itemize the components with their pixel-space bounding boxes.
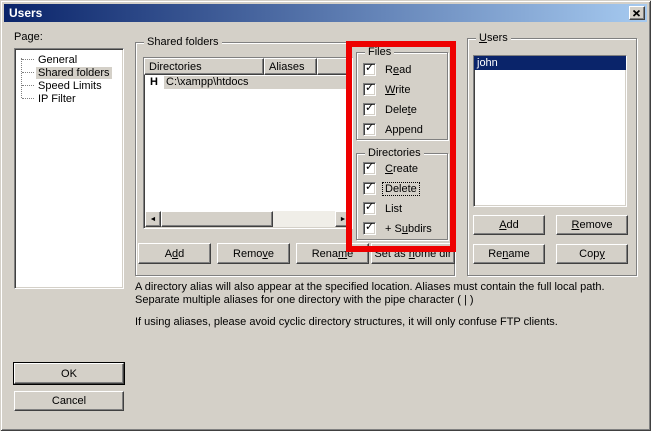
folder-remove-button[interactable]: Remove [217,243,290,264]
users-group-label: Users [476,32,511,44]
page-tree: General Shared folders Speed Limits IP F… [14,48,124,289]
checkbox-append[interactable]: ✓ Append [363,123,425,136]
check-icon: ✓ [365,160,374,173]
files-group-label: Files [365,46,394,58]
column-header-filler [317,58,352,75]
scroll-left-button[interactable]: ◄ [145,211,161,227]
directories-group-label: Directories [365,147,424,159]
folder-add-button[interactable]: Add [138,243,211,264]
directory-row[interactable]: H C:\xampp\htdocs [144,75,352,89]
checkbox[interactable]: ✓ [363,162,376,175]
users-dialog: Users Page: General Shared folders Speed… [0,0,651,431]
tree-connector [22,98,34,99]
scroll-right-button[interactable]: ► [335,211,351,227]
list-header: Directories Aliases [144,58,352,75]
column-header-directories[interactable]: Directories [144,58,264,75]
tree-connector [22,72,34,73]
title-bar[interactable]: Users [4,4,647,22]
home-flag: H [144,76,164,88]
checkbox[interactable]: ✓ [363,123,376,136]
checkbox[interactable]: ✓ [363,103,376,116]
shared-folders-group-label: Shared folders [144,36,222,48]
tree-connector [22,59,34,60]
scrollbar-thumb[interactable] [161,211,273,227]
horizontal-scrollbar[interactable]: ◄ ► [145,211,351,227]
checkbox-delete-file[interactable]: ✓ Delete [363,103,419,116]
tree-item-shared-folders[interactable]: Shared folders [22,66,123,79]
checkbox[interactable]: ✓ [363,83,376,96]
cancel-button[interactable]: Cancel [14,391,124,411]
check-icon: ✓ [365,200,374,213]
tree-branch-line [21,58,22,98]
user-item-john[interactable]: john [474,56,626,70]
check-icon: ✓ [365,220,374,233]
tree-item-general[interactable]: General [22,53,123,66]
user-rename-button[interactable]: Rename [473,244,545,264]
files-group: Files ✓ Read ✓ Write ✓ Delete ✓ Append [356,52,448,140]
user-copy-button[interactable]: Copy [556,244,628,264]
set-as-home-dir-button[interactable]: Set as home dir [371,243,455,264]
close-button[interactable] [629,6,645,20]
checkbox-subdirs[interactable]: ✓ + Subdirs [363,222,434,235]
tree-connector [22,85,34,86]
checkbox[interactable]: ✓ [363,202,376,215]
alias-help-paragraph-1: A directory alias will also appear at th… [135,281,640,307]
user-add-button[interactable]: Add [473,215,545,235]
tree-item-ip-filter[interactable]: IP Filter [22,92,123,105]
checkbox-delete-dir[interactable]: ✓ Delete [363,182,419,195]
alias-help-paragraph-2: If using aliases, please avoid cyclic di… [135,316,640,329]
check-icon: ✓ [365,101,374,114]
check-icon: ✓ [365,121,374,134]
check-icon: ✓ [365,61,374,74]
checkbox[interactable]: ✓ [363,222,376,235]
checkbox-read[interactable]: ✓ Read [363,63,413,76]
close-icon [633,10,641,17]
ok-button[interactable]: OK [14,363,124,384]
page-label: Page: [14,31,43,43]
checkbox[interactable]: ✓ [363,63,376,76]
scroll-left-icon: ◄ [150,216,157,223]
directory-path: C:\xampp\htdocs [164,76,352,89]
checkbox-write[interactable]: ✓ Write [363,83,412,96]
users-list: john [473,55,627,207]
check-icon: ✓ [365,81,374,94]
scroll-right-icon: ► [340,216,347,223]
column-header-aliases[interactable]: Aliases [264,58,317,75]
check-icon: ✓ [365,180,374,193]
alias-help-text: A directory alias will also appear at th… [135,281,640,338]
scrollbar-track[interactable] [273,211,335,227]
tree-item-speed-limits[interactable]: Speed Limits [22,79,123,92]
checkbox-create[interactable]: ✓ Create [363,162,420,175]
shared-folders-list: Directories Aliases H C:\xampp\htdocs ◄ … [143,57,353,229]
folder-rename-button[interactable]: Rename [296,243,369,264]
checkbox-list[interactable]: ✓ List [363,202,404,215]
user-remove-button[interactable]: Remove [556,215,628,235]
directories-group: Directories ✓ Create ✓ Delete ✓ List ✓ +… [356,153,448,240]
checkbox[interactable]: ✓ [363,182,376,195]
dialog-title: Users [9,6,42,20]
